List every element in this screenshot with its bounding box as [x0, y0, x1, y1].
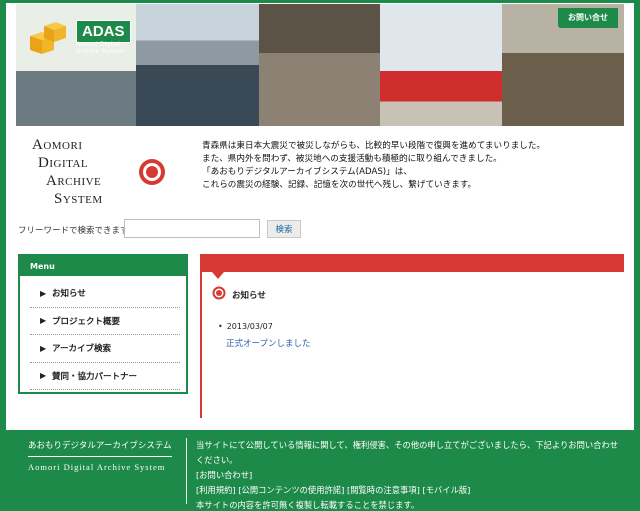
footer: あおもりデジタルアーカイブシステム Aomori Digital Archive… — [0, 430, 640, 511]
triangle-right-icon: ▶ — [40, 316, 47, 326]
news-panel: お知らせ 2013/03/07 正式オープンしました — [200, 254, 624, 418]
news-date: 2013/03/07 — [226, 322, 311, 331]
news-list: 2013/03/07 正式オープンしました — [226, 322, 311, 349]
contact-link[interactable]: お問い合せ — [558, 8, 618, 28]
side-menu: Menu ▶ お知らせ ▶ プロジェクト概要 ▶ アーカイブ検索 ▶ 賛同・協力… — [18, 254, 188, 394]
news-header-bar — [202, 254, 624, 272]
news-entry: 2013/03/07 正式オープンしました — [226, 322, 311, 349]
footer-line1: 当サイトにて公開している情報に関して、権利侵害、その他の申し立てがございましたら… — [196, 440, 619, 465]
logo-sub-line2: Archive System — [76, 49, 125, 55]
footer-contact-link[interactable]: [お問い合わせ] — [196, 468, 626, 483]
menu-item-news[interactable]: ▶ お知らせ — [30, 280, 180, 308]
red-target-icon — [139, 159, 165, 185]
logo-badge: ADAS — [76, 20, 131, 43]
system-title-line2: Digital — [38, 155, 89, 171]
search-input[interactable] — [124, 219, 260, 238]
banner-photo-2 — [136, 4, 259, 126]
news-title: お知らせ — [232, 291, 266, 301]
logo-sub-line1: Aomori Digital — [76, 42, 121, 48]
menu-item-label: アーカイブ検索 — [52, 344, 111, 355]
system-title-line1: Aomori — [32, 137, 83, 153]
header-banner: ADAS Aomori Digital Archive System お問い合せ — [16, 4, 624, 126]
menu-item-label: 賛同・協力パートナー — [52, 371, 138, 382]
footer-divider — [186, 438, 187, 504]
intro-line1: 青森県は東日本大震災で被災しながらも、比較的早い段階で復興を進めてまいりました。 — [202, 141, 546, 151]
footer-name-en: Aomori Digital Archive System — [28, 462, 166, 472]
logo-subtitle: Aomori Digital Archive System — [76, 42, 125, 56]
footer-name-jp: あおもりデジタルアーカイブシステム — [28, 440, 172, 457]
menu-item-label: お知らせ — [52, 289, 86, 300]
search-button[interactable]: 検索 — [267, 220, 301, 238]
triangle-right-icon: ▶ — [40, 371, 47, 381]
system-title: Aomori Digital Archive System — [32, 136, 103, 208]
footer-text: 当サイトにて公開している情報に関して、権利侵害、その他の申し立てがございましたら… — [196, 438, 626, 511]
intro-line4: これらの震災の経験、記録、記憶を次の世代へ残し、繋げていきます。 — [202, 180, 477, 190]
intro-text: 青森県は東日本大震災で被災しながらも、比較的早い段階で復興を進めてまいりました。… — [202, 140, 602, 192]
news-notch — [212, 272, 224, 279]
news-link[interactable]: 正式オープンしました — [226, 337, 311, 349]
menu-header: Menu — [20, 256, 186, 276]
intro-line2: また、県内外を問わず、被災地への支援活動も積極的に取り組んできました。 — [202, 154, 502, 164]
banner-photo-4 — [380, 4, 502, 126]
menu-list: ▶ お知らせ ▶ プロジェクト概要 ▶ アーカイブ検索 ▶ 賛同・協力パートナー — [30, 280, 180, 390]
triangle-right-icon: ▶ — [40, 343, 47, 353]
triangle-right-icon: ▶ — [40, 288, 47, 298]
footer-site-name: あおもりデジタルアーカイブシステム Aomori Digital Archive… — [28, 440, 172, 473]
system-title-line4: System — [54, 191, 103, 207]
menu-title: Menu — [20, 256, 72, 276]
menu-item-project[interactable]: ▶ プロジェクト概要 — [30, 308, 180, 335]
search-label: フリーワードで検索できます — [18, 226, 129, 236]
menu-item-partners[interactable]: ▶ 賛同・協力パートナー — [30, 363, 180, 390]
site-logo[interactable]: ADAS Aomori Digital Archive System — [24, 12, 142, 68]
intro-line3: 「あおもりデジタルアーカイブシステム(ADAS)」は、 — [202, 167, 412, 177]
footer-line4: 本サイトの内容を許可無く複製し転載することを禁じます。 — [196, 500, 420, 510]
red-target-icon — [212, 286, 226, 300]
menu-item-archive-search[interactable]: ▶ アーカイブ検索 — [30, 335, 180, 363]
banner-photo-3 — [259, 4, 380, 126]
system-title-line3: Archive — [46, 173, 102, 189]
menu-item-label: プロジェクト概要 — [52, 316, 121, 327]
footer-links[interactable]: [利用規約] [公開コンテンツの使用許諾] [閲覧時の注意事項] [モバイル版] — [196, 483, 626, 498]
stacked-cubes-icon — [30, 22, 66, 54]
